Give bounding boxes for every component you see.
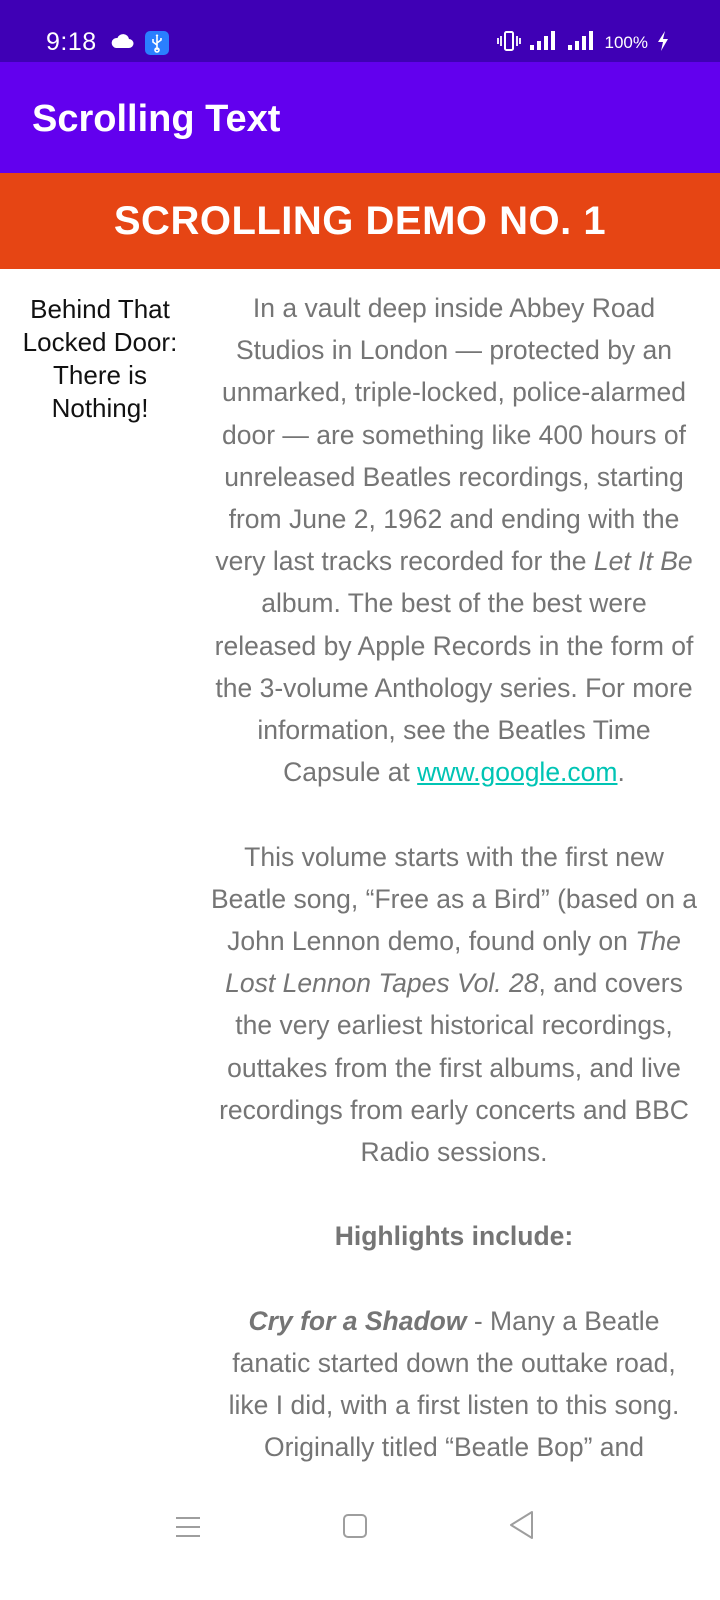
highlights-heading: Highlights include: <box>334 1221 574 1252</box>
scrolling-article[interactable]: In a vault deep inside Abbey Road Studio… <box>210 287 698 1477</box>
status-time: 9:18 <box>46 28 97 56</box>
article-paragraph-1: In a vault deep inside Abbey Road Studio… <box>210 287 698 793</box>
back-icon[interactable] <box>508 1510 534 1545</box>
google-link[interactable]: www.google.com <box>417 757 617 787</box>
side-note: Behind That Locked Door: There is Nothin… <box>12 293 188 425</box>
banner-title: SCROLLING DEMO NO. 1 <box>113 198 607 243</box>
charging-bolt-icon <box>656 30 670 57</box>
song-title: Cry for a Shadow <box>248 1305 467 1336</box>
usb-icon <box>145 31 169 55</box>
signal-icon <box>529 30 559 57</box>
status-right-group: 100% <box>496 30 670 57</box>
album-title: Let It Be <box>593 546 693 577</box>
article-text: In a vault deep inside Abbey Road Studio… <box>215 293 686 577</box>
vibrate-icon <box>496 30 521 57</box>
demo-banner: SCROLLING DEMO NO. 1 <box>0 173 720 269</box>
navigation-bar <box>0 1488 720 1600</box>
article-text: . <box>617 757 625 788</box>
article-text: This volume starts with the first new Be… <box>210 841 698 957</box>
menu-icon[interactable] <box>175 1515 201 1544</box>
app-bar: Scrolling Text <box>0 62 720 173</box>
signal-icon <box>567 30 597 57</box>
side-note-line: There is <box>53 360 147 390</box>
side-note-line: Locked Door: <box>22 327 178 357</box>
side-note-line: Nothing! <box>51 393 149 423</box>
article-paragraph-3: Cry for a Shadow - Many a Beatle fanatic… <box>210 1300 698 1477</box>
article-paragraph-2: This volume starts with the first new Be… <box>210 836 698 1174</box>
status-bar: 9:18 100% <box>0 0 720 62</box>
app-title: Scrolling Text <box>32 98 281 140</box>
battery-percentage: 100% <box>604 33 648 52</box>
side-note-line: Behind That <box>30 294 170 324</box>
cloud-icon <box>110 33 134 54</box>
home-icon[interactable] <box>342 1513 368 1544</box>
